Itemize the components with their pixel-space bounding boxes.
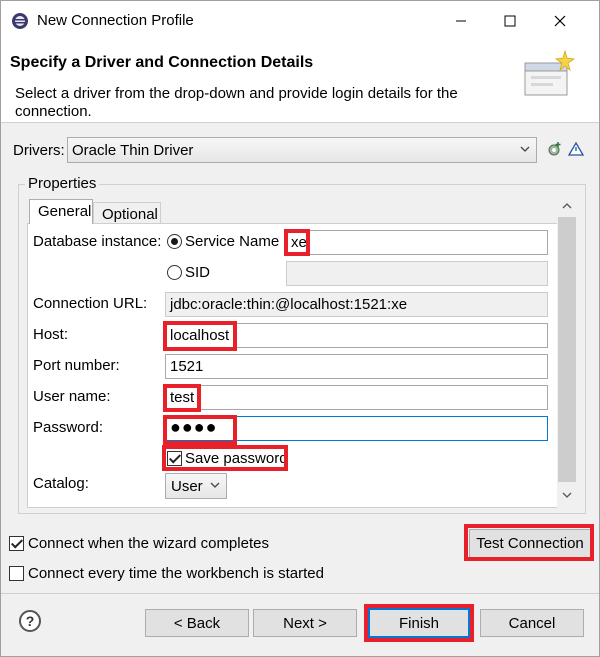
cancel-button[interactable]: Cancel xyxy=(480,609,584,637)
minimize-icon xyxy=(456,20,466,22)
close-icon xyxy=(554,15,566,27)
sid-label: SID xyxy=(185,264,211,281)
finish-button[interactable]: Finish xyxy=(368,608,470,638)
wizard-title: Specify a Driver and Connection Details xyxy=(10,54,314,71)
connection-url-label: Connection URL: xyxy=(33,295,148,312)
wizard-description: Select a driver from the drop-down and p… xyxy=(15,85,458,120)
database-instance-label: Database instance: xyxy=(33,233,162,250)
maximize-icon xyxy=(504,15,516,27)
properties-scrollbar[interactable] xyxy=(557,194,577,508)
scroll-down-button[interactable] xyxy=(557,486,577,504)
password-field[interactable]: ●●●● xyxy=(165,416,548,441)
close-button[interactable] xyxy=(537,1,583,41)
minimize-button[interactable] xyxy=(438,1,484,41)
window-title: New Connection Profile xyxy=(37,12,194,29)
save-password-checkbox[interactable] xyxy=(167,451,182,466)
service-name-field[interactable]: xe xyxy=(286,230,548,255)
service-name-label: Service Name xyxy=(185,233,280,250)
chevron-up-icon xyxy=(562,203,572,209)
maximize-button[interactable] xyxy=(487,1,533,41)
host-label: Host: xyxy=(33,326,69,343)
catalog-label: Catalog: xyxy=(33,475,89,492)
connect-when-completes-checkbox[interactable] xyxy=(9,536,24,551)
connect-every-time-label: Connect every time the workbench is star… xyxy=(28,565,324,582)
drivers-dropdown-value: Oracle Thin Driver xyxy=(72,141,194,159)
next-button[interactable]: Next > xyxy=(253,609,357,637)
new-driver-definition-icon[interactable] xyxy=(546,141,562,157)
scroll-up-button[interactable] xyxy=(557,197,577,215)
edit-driver-definition-icon[interactable] xyxy=(568,141,584,157)
user-name-field[interactable]: test xyxy=(165,385,548,410)
new-connection-wizard-icon xyxy=(524,49,576,96)
wizard-header: Specify a Driver and Connection Details … xyxy=(1,41,599,123)
help-icon[interactable]: ? xyxy=(19,610,41,632)
connection-url-field: jdbc:oracle:thin:@localhost:1521:xe xyxy=(165,292,548,317)
catalog-dropdown[interactable]: User xyxy=(165,473,227,499)
catalog-dropdown-value: User xyxy=(171,477,203,495)
sid-radio[interactable] xyxy=(167,265,182,280)
port-number-label: Port number: xyxy=(33,357,120,374)
drivers-dropdown[interactable]: Oracle Thin Driver xyxy=(67,137,537,163)
chevron-down-icon xyxy=(562,492,572,498)
test-connection-button[interactable]: Test Connection xyxy=(469,529,591,558)
new-connection-profile-dialog: New Connection Profile Specify a Driver … xyxy=(0,0,600,657)
service-name-radio[interactable] xyxy=(167,234,182,249)
port-number-field[interactable]: 1521 xyxy=(165,354,548,379)
sid-field[interactable] xyxy=(286,261,548,286)
properties-group-label: Properties xyxy=(25,175,100,192)
connect-every-time-checkbox[interactable] xyxy=(9,566,24,581)
drivers-label: Drivers: xyxy=(13,142,65,159)
user-name-label: User name: xyxy=(33,388,111,405)
password-label: Password: xyxy=(33,419,104,436)
tab-general[interactable]: General xyxy=(29,199,93,224)
button-bar-separator xyxy=(1,593,599,594)
title-bar: New Connection Profile xyxy=(1,1,599,41)
chevron-down-icon xyxy=(210,482,220,488)
eclipse-app-icon xyxy=(12,13,28,29)
scrollbar-thumb[interactable] xyxy=(558,217,576,482)
connect-when-completes-label: Connect when the wizard completes xyxy=(28,535,269,552)
general-tab-panel: Database instance: Service Name xe SID C… xyxy=(27,223,559,508)
chevron-down-icon xyxy=(520,146,530,152)
save-password-label: Save password xyxy=(185,450,288,467)
host-field[interactable]: localhost xyxy=(165,323,548,348)
back-button[interactable]: < Back xyxy=(145,609,249,637)
